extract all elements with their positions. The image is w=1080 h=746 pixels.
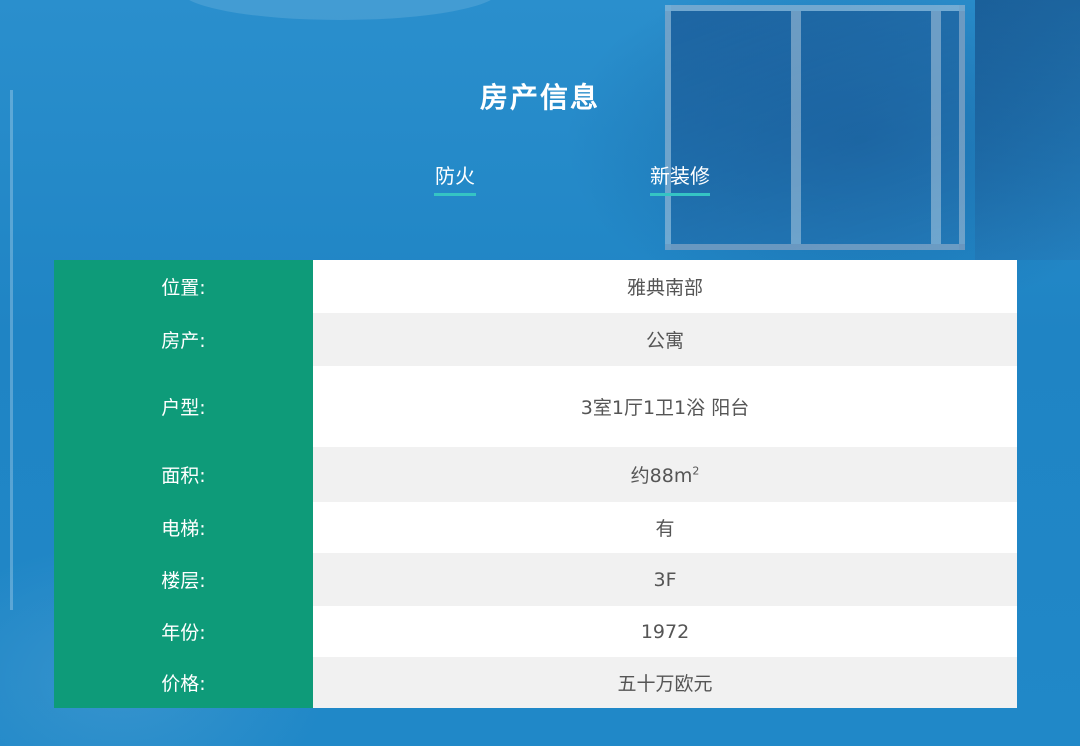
background-pole (10, 90, 13, 610)
tab-fireproof[interactable]: 防火 (434, 160, 476, 196)
row-label: 面积: (54, 447, 313, 502)
row-value: 1972 (313, 606, 1017, 657)
tab-label: 新装修 (650, 164, 710, 188)
tab-underline (650, 193, 710, 196)
area-value: 约88m (630, 465, 693, 487)
background-lamp (180, 0, 500, 20)
row-label: 年份: (54, 606, 313, 657)
table-row-elevator: 电梯: 有 (54, 502, 1017, 553)
property-info-table: 位置: 雅典南部 房产: 公寓 户型: 3室1厅1卫1浴 阳台 面积: 约88m… (54, 260, 1017, 708)
background-window-right (975, 0, 1080, 260)
row-label: 价格: (54, 657, 313, 708)
row-value-area: 约88m2 (313, 447, 1017, 502)
row-value: 3F (313, 553, 1017, 606)
page-title: 房产信息 (479, 81, 600, 114)
row-value: 公寓 (313, 313, 1017, 366)
table-row-location: 位置: 雅典南部 (54, 260, 1017, 313)
tab-label: 防火 (435, 164, 475, 188)
table-row-floor: 楼层: 3F (54, 553, 1017, 606)
table-row-price: 价格: 五十万欧元 (54, 657, 1017, 708)
row-value: 3室1厅1卫1浴 阳台 (313, 366, 1017, 447)
row-value: 有 (313, 502, 1017, 553)
row-value: 五十万欧元 (313, 657, 1017, 708)
row-label: 楼层: (54, 553, 313, 606)
row-label: 户型: (54, 366, 313, 447)
background-window (665, 5, 965, 250)
area-unit-superscript: 2 (692, 464, 700, 478)
table-row-layout: 户型: 3室1厅1卫1浴 阳台 (54, 366, 1017, 447)
tab-new-renovation[interactable]: 新装修 (650, 160, 710, 196)
tab-underline (434, 193, 476, 196)
table-row-property: 房产: 公寓 (54, 313, 1017, 366)
row-label: 位置: (54, 260, 313, 313)
table-row-area: 面积: 约88m2 (54, 447, 1017, 502)
row-label: 电梯: (54, 502, 313, 553)
row-label: 房产: (54, 313, 313, 366)
row-value: 雅典南部 (313, 260, 1017, 313)
table-row-year: 年份: 1972 (54, 606, 1017, 657)
